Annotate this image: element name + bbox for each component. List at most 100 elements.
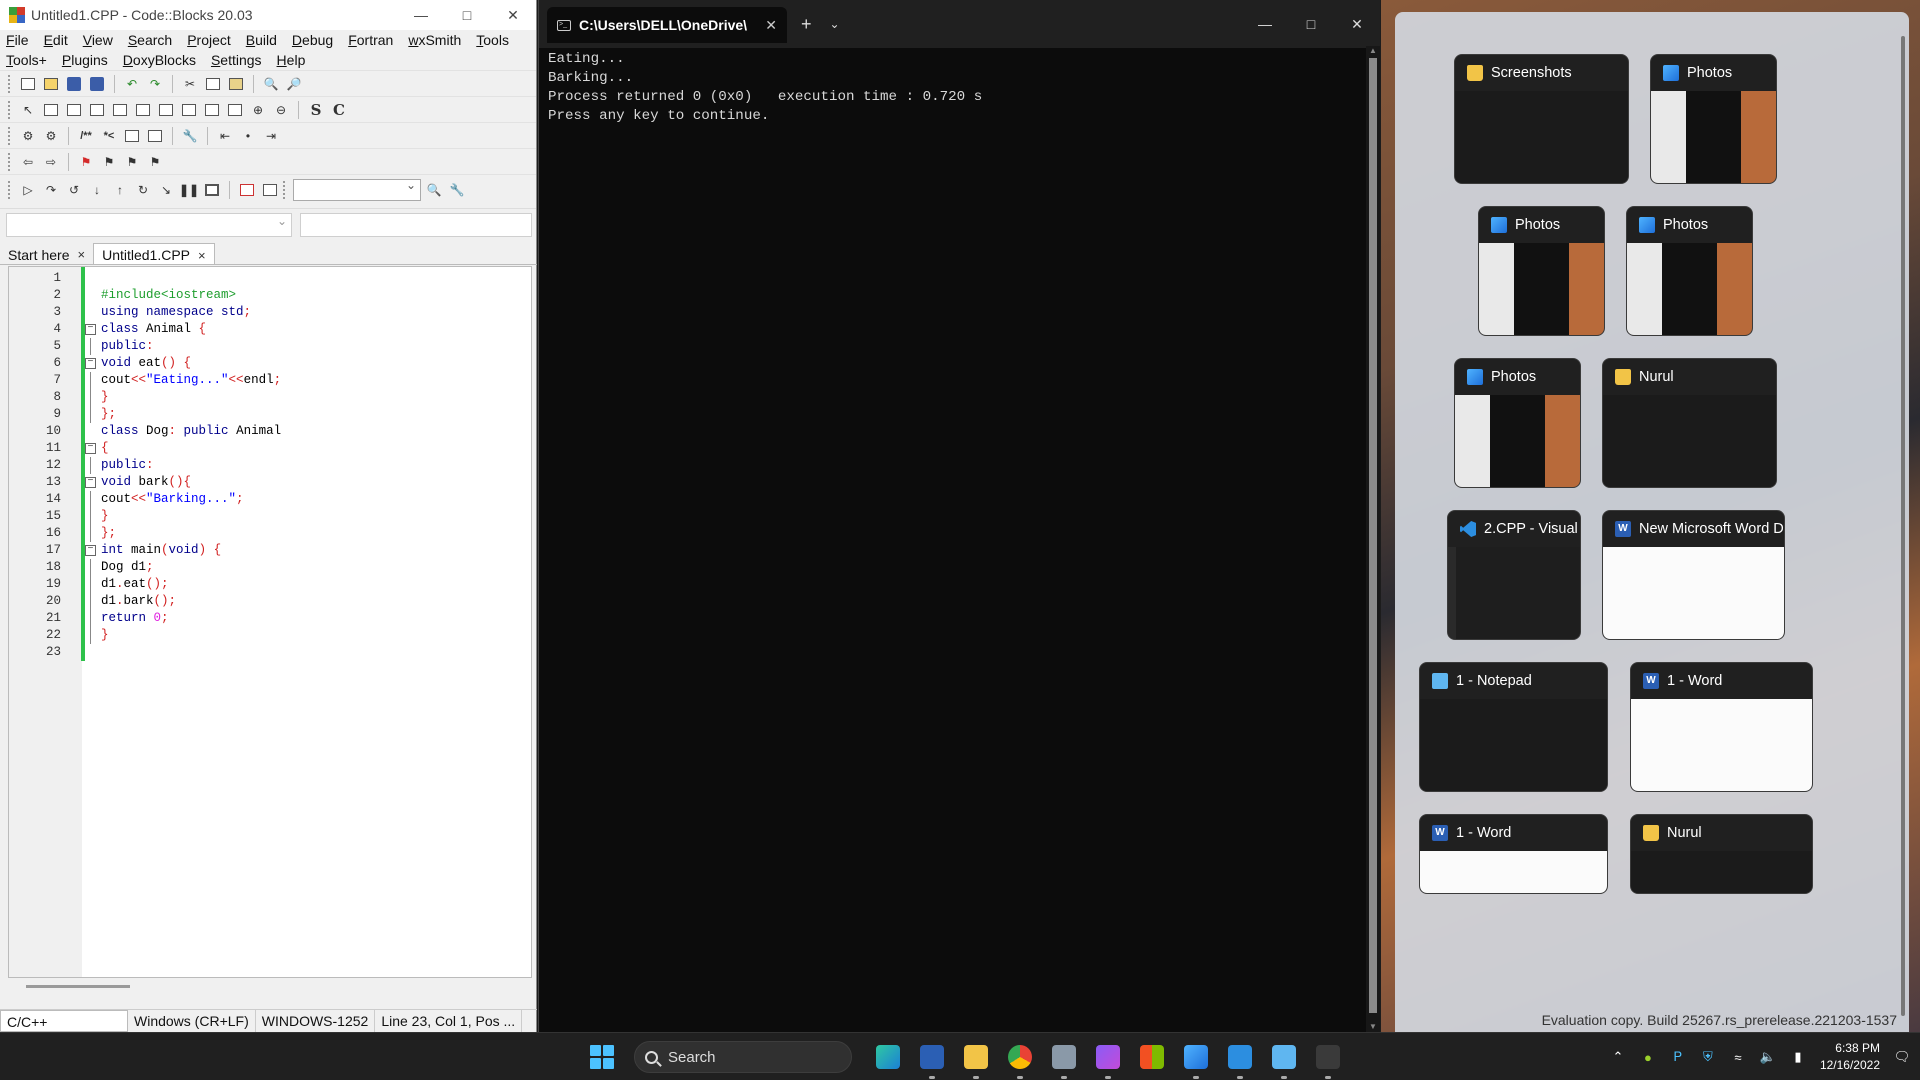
run-to-cursor-icon[interactable]: ↷ [41, 180, 61, 200]
select-pointer-icon[interactable]: ↖ [18, 100, 38, 120]
run-icon[interactable]: ⚙ [41, 126, 61, 146]
menu-item-project[interactable]: Project [187, 32, 231, 48]
function-combo[interactable] [300, 212, 532, 237]
instruction-icon[interactable] [133, 100, 153, 120]
forward-arrow-icon[interactable]: ⇨ [41, 152, 61, 172]
code-line[interactable]: 2 #include<iostream> [9, 287, 531, 304]
menu-item-search[interactable]: Search [128, 32, 172, 48]
word-icon[interactable] [916, 1041, 948, 1079]
search-options-icon[interactable]: 🔧 [447, 180, 467, 200]
code-line[interactable]: 18 Dog d1; [9, 559, 531, 576]
chevron-down-icon[interactable]: ⌄ [830, 17, 840, 31]
maximize-button[interactable]: □ [444, 0, 490, 30]
debug-start-icon[interactable]: ▷ [18, 180, 38, 200]
new-tab-button[interactable]: + [801, 14, 812, 35]
toolbar-grip[interactable] [8, 100, 12, 119]
snap-window-card[interactable]: Screenshots [1454, 54, 1629, 184]
snap-window-card[interactable]: 1 - Notepad [1419, 662, 1608, 792]
wifi-icon[interactable]: ≈ [1730, 1049, 1746, 1065]
editor-horizontal-scrollbar[interactable] [26, 985, 130, 988]
code-line[interactable]: 4 − class Animal { [9, 321, 531, 338]
start-button[interactable] [590, 1045, 614, 1069]
menu-item-tools[interactable]: Tools [476, 32, 509, 48]
menu-item-doxyblocks[interactable]: DoxyBlocks [123, 52, 196, 68]
snap-window-card[interactable]: W 1 - Word [1419, 814, 1608, 894]
tray-app-icon[interactable]: ● [1640, 1049, 1656, 1065]
toolbar-grip[interactable] [8, 152, 12, 171]
fold-toggle-icon[interactable]: − [85, 443, 96, 454]
chevron-up-icon[interactable]: ⌃ [1610, 1049, 1626, 1065]
zoom-in-icon[interactable]: ⊕ [248, 100, 268, 120]
menu-item-plugins[interactable]: Plugins [62, 52, 108, 68]
taskbar-search-box[interactable]: Search [634, 1041, 852, 1073]
bookmark-next-icon[interactable]: ⚑ [122, 152, 142, 172]
clipchamp-icon[interactable] [1092, 1041, 1124, 1079]
fold-toggle-icon[interactable]: − [85, 358, 96, 369]
code-line[interactable]: 15} [9, 508, 531, 525]
close-tab-icon[interactable]: ✕ [765, 17, 777, 34]
snap-window-card[interactable]: Photos [1650, 54, 1777, 184]
code-line[interactable]: 22} [9, 627, 531, 644]
snap-window-card[interactable]: Photos [1626, 206, 1753, 336]
notification-icon[interactable]: 🗨 [1894, 1049, 1911, 1065]
zoom-out-icon[interactable]: ⊖ [271, 100, 291, 120]
jump-forward-icon[interactable]: ⇥ [261, 126, 281, 146]
terminal-icon[interactable] [1312, 1041, 1344, 1079]
menu-item-help[interactable]: Help [277, 52, 306, 68]
copy-icon[interactable] [203, 74, 223, 94]
bookmark-prev-icon[interactable]: ⚑ [99, 152, 119, 172]
vscode-icon[interactable] [1224, 1041, 1256, 1079]
chrome-icon[interactable] [1004, 1041, 1036, 1079]
comment-icon[interactable]: /** [76, 126, 96, 146]
cut-icon[interactable]: ✂ [180, 74, 200, 94]
pause-icon[interactable]: ❚❚ [179, 180, 199, 200]
snap-window-card[interactable]: Nurul [1602, 358, 1777, 488]
code-line[interactable]: 14 cout<<"Barking..."; [9, 491, 531, 508]
toolbar-grip[interactable] [8, 180, 12, 199]
maximize-button[interactable]: □ [1288, 4, 1334, 44]
close-tab-icon[interactable]: × [77, 247, 85, 262]
bookmark-clear-icon[interactable]: ⚑ [145, 152, 165, 172]
code-line[interactable]: 11 −{ [9, 440, 531, 457]
code-editor[interactable]: 1 2 #include<iostream> 3 using namespace std… [8, 266, 532, 978]
menu-item-view[interactable]: View [83, 32, 113, 48]
snap-window-card[interactable]: Photos [1478, 206, 1605, 336]
step-into-icon[interactable]: ↓ [87, 180, 107, 200]
step-out-icon[interactable]: ↑ [110, 180, 130, 200]
code-line[interactable]: 5 public: [9, 338, 531, 355]
new-file-icon[interactable] [18, 74, 38, 94]
menu-item-settings[interactable]: Settings [211, 52, 262, 68]
jump-back-icon[interactable]: ⇤ [215, 126, 235, 146]
notepad-icon[interactable] [1268, 1041, 1300, 1079]
case-icon[interactable] [110, 100, 130, 120]
continue-icon[interactable] [202, 100, 222, 120]
find-icon[interactable]: 🔍 [261, 74, 281, 94]
menu-item-tools-[interactable]: Tools+ [6, 52, 47, 68]
menu-item-file[interactable]: File [6, 32, 29, 48]
editor-tab[interactable]: Start here × [0, 243, 93, 264]
terminal-output[interactable]: Eating... Barking... Process returned 0 … [539, 48, 1380, 128]
fold-toggle-icon[interactable]: − [85, 324, 96, 335]
undo-icon[interactable]: ↶ [122, 74, 142, 94]
menu-item-fortran[interactable]: Fortran [348, 32, 393, 48]
break-icon[interactable] [179, 100, 199, 120]
scroll-thumb[interactable] [1369, 58, 1377, 1013]
stop-debug-icon[interactable] [202, 180, 222, 200]
search-go-icon[interactable]: 🔍 [424, 180, 444, 200]
photos-icon[interactable] [1180, 1041, 1212, 1079]
comment-line-icon[interactable]: *< [99, 126, 119, 146]
battery-icon[interactable]: ▮ [1790, 1049, 1806, 1065]
doxy-html-icon[interactable] [145, 126, 165, 146]
settings-icon[interactable] [1048, 1041, 1080, 1079]
replace-icon[interactable]: 🔎 [284, 74, 304, 94]
file-explorer-icon[interactable] [960, 1041, 992, 1079]
clock[interactable]: 6:38 PM 12/16/2022 [1820, 1040, 1880, 1074]
code-line[interactable]: 1 [9, 270, 531, 287]
code-line[interactable]: 3 using namespace std; [9, 304, 531, 321]
terminal-tab[interactable]: >_ C:\Users\DELL\OneDrive\ ✕ [547, 7, 787, 43]
step-instruction-icon[interactable]: ↘ [156, 180, 176, 200]
snap-window-card[interactable]: Nurul [1630, 814, 1813, 894]
snap-window-card[interactable]: W 1 - Word [1630, 662, 1813, 792]
snap-scrollbar[interactable] [1901, 36, 1905, 1016]
toolbar-grip[interactable] [283, 180, 287, 199]
